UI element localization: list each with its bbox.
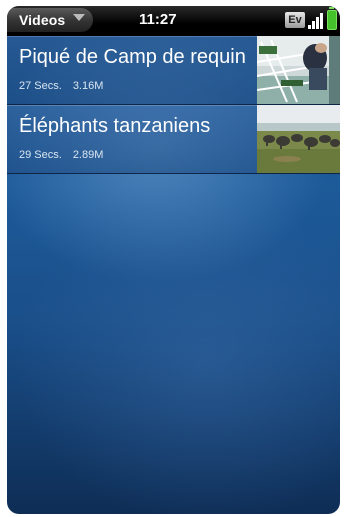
chevron-down-icon bbox=[73, 14, 86, 21]
phone-screen: Videos 11:27 Ev Piqué de Camp de requin … bbox=[7, 6, 340, 514]
video-size: 2.89M bbox=[72, 149, 104, 161]
video-list-item[interactable]: Piqué de Camp de requin 27 Secs. 3.16M bbox=[7, 36, 340, 105]
video-duration: 29 Secs. bbox=[19, 149, 62, 161]
video-size: 3.16M bbox=[72, 80, 104, 92]
video-meta: 29 Secs. 2.89M bbox=[19, 149, 103, 161]
network-type-icon: Ev bbox=[285, 12, 305, 28]
video-title: Piqué de Camp de requin bbox=[19, 46, 246, 68]
status-bar: Videos 11:27 Ev bbox=[7, 6, 340, 36]
clock: 11:27 bbox=[139, 11, 177, 28]
shark-cage-thumbnail bbox=[257, 36, 340, 104]
video-list: Piqué de Camp de requin 27 Secs. 3.16M É… bbox=[7, 36, 340, 174]
signal-strength-icon bbox=[308, 12, 324, 29]
app-menu-label: Videos bbox=[19, 12, 66, 28]
video-meta: 27 Secs. 3.16M bbox=[19, 80, 103, 92]
elephants-thumbnail bbox=[257, 105, 340, 173]
video-title: Éléphants tanzaniens bbox=[19, 115, 211, 137]
battery-icon bbox=[327, 7, 337, 30]
app-menu-button[interactable]: Videos bbox=[7, 8, 94, 32]
video-list-item[interactable]: Éléphants tanzaniens 29 Secs. 2.89M bbox=[7, 105, 340, 174]
video-duration: 27 Secs. bbox=[19, 80, 62, 92]
